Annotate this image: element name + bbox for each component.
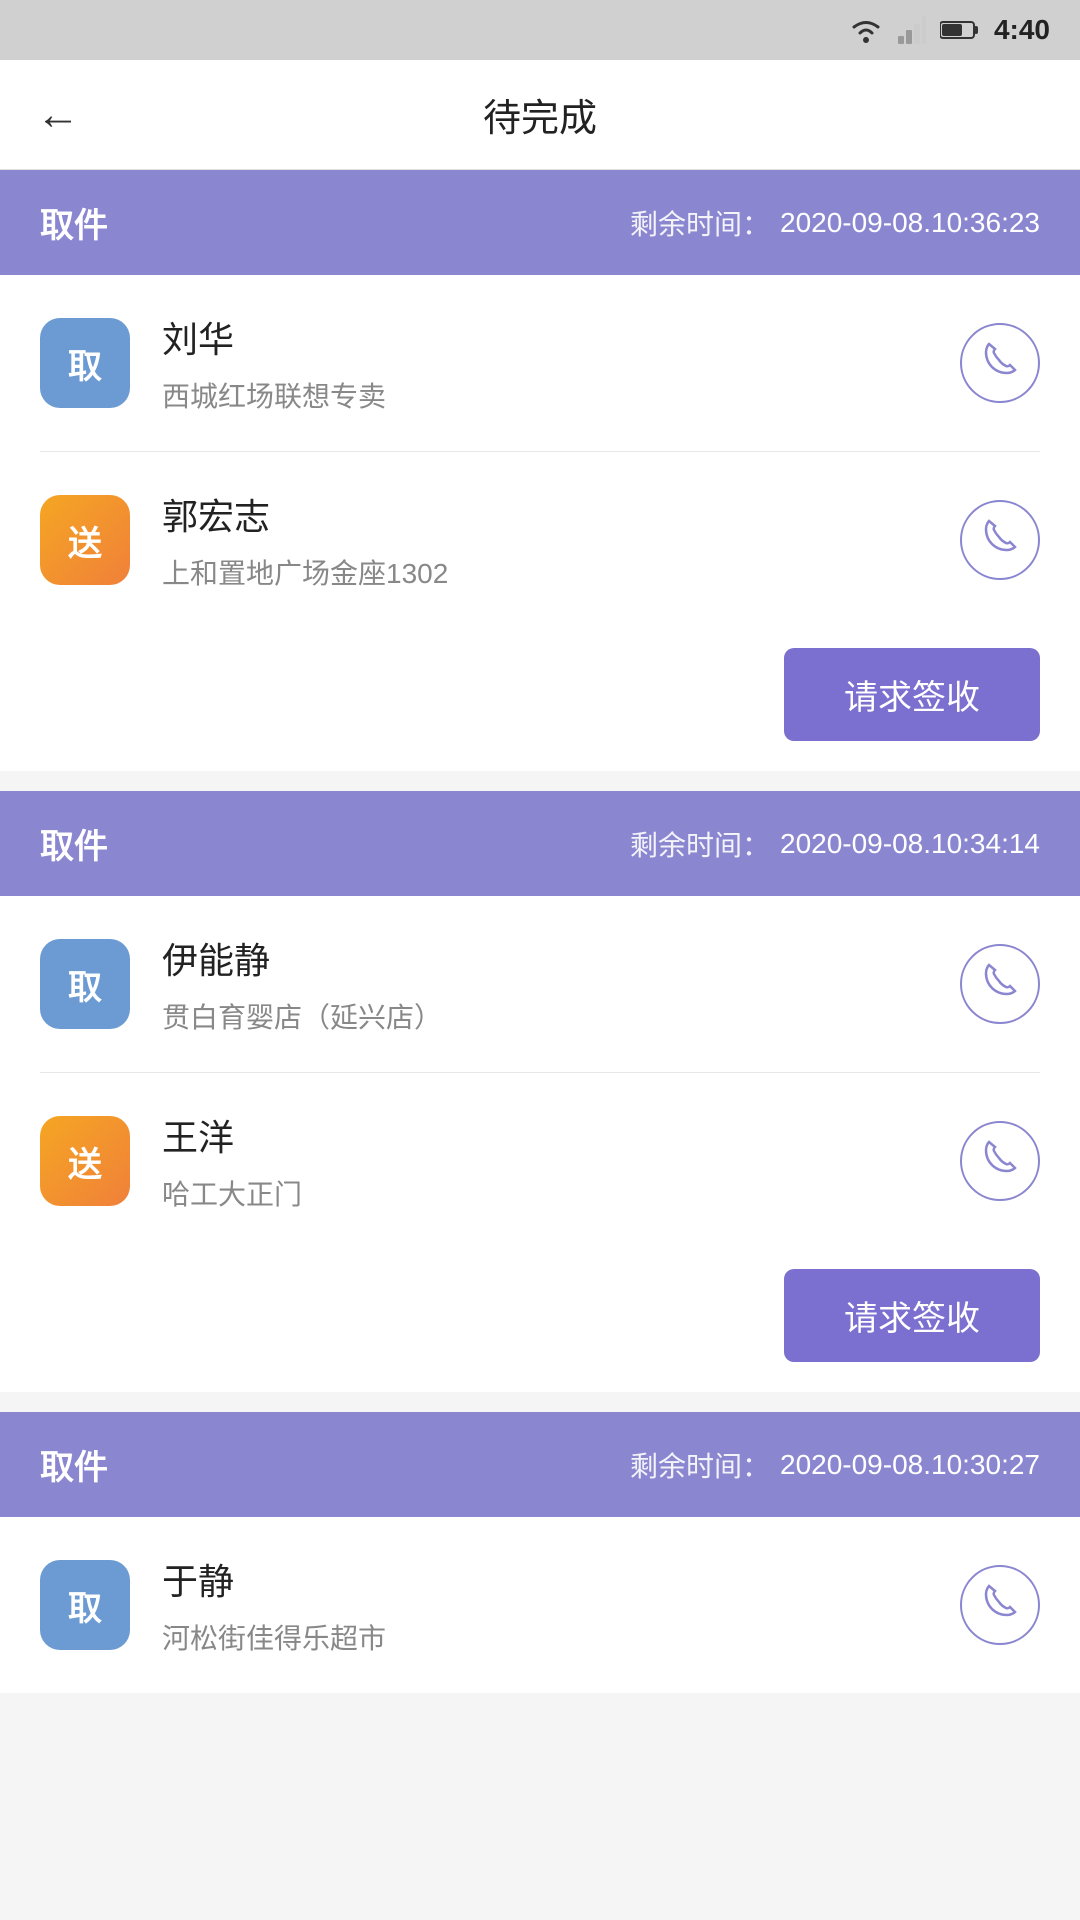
contact-row-1-1: 取 刘华 西城红场联想专卖	[0, 275, 1080, 451]
phone-icon-1-1	[982, 341, 1018, 386]
order-time-3: 剩余时间： 2020-09-08.10:30:27	[630, 1445, 1040, 1485]
avatar-deliver-1: 送	[40, 495, 130, 585]
time-value-2: 2020-09-08.10:34:14	[780, 828, 1040, 860]
phone-icon-2-2	[982, 1139, 1018, 1184]
order-card-1: 取件 剩余时间： 2020-09-08.10:36:23 取 刘华 西城红场联想…	[0, 170, 1080, 771]
phone-button-1-2[interactable]	[960, 500, 1040, 580]
contact-info-1-1: 刘华 西城红场联想专卖	[162, 311, 928, 415]
order-time-2: 剩余时间： 2020-09-08.10:34:14	[630, 824, 1040, 864]
order-card-3: 取件 剩余时间： 2020-09-08.10:30:27 取 于静 河松街佳得乐…	[0, 1412, 1080, 1693]
card-header-2: 取件 剩余时间： 2020-09-08.10:34:14	[0, 791, 1080, 896]
phone-button-3-1[interactable]	[960, 1565, 1040, 1645]
order-type-3: 取件	[40, 1440, 108, 1489]
contact-row-2-1: 取 伊能静 贯白育婴店（延兴店）	[0, 896, 1080, 1072]
sign-button-2[interactable]: 请求签收	[784, 1269, 1040, 1362]
battery-icon	[940, 19, 980, 41]
contact-row-3-1: 取 于静 河松街佳得乐超市	[0, 1517, 1080, 1693]
avatar-pickup-1: 取	[40, 318, 130, 408]
status-time: 4:40	[994, 14, 1050, 46]
contact-address-1-1: 西城红场联想专卖	[162, 375, 928, 415]
contact-address-2-1: 贯白育婴店（延兴店）	[162, 996, 928, 1036]
sign-button-1[interactable]: 请求签收	[784, 648, 1040, 741]
time-label-2: 剩余时间：	[630, 824, 770, 864]
phone-button-2-1[interactable]	[960, 944, 1040, 1024]
contact-name-2-1: 伊能静	[162, 932, 928, 984]
contact-address-2-2: 哈工大正门	[162, 1173, 928, 1213]
nav-bar: ← 待完成	[0, 60, 1080, 170]
avatar-pickup-2: 取	[40, 939, 130, 1029]
order-type-1: 取件	[40, 198, 108, 247]
phone-button-1-1[interactable]	[960, 323, 1040, 403]
contact-address-3-1: 河松街佳得乐超市	[162, 1617, 928, 1657]
contact-row-1-2: 送 郭宏志 上和置地广场金座1302	[0, 452, 1080, 628]
card-action-2: 请求签收	[0, 1249, 1080, 1392]
phone-icon-2-1	[982, 962, 1018, 1007]
contact-name-2-2: 王洋	[162, 1109, 928, 1161]
contact-name-1-1: 刘华	[162, 311, 928, 363]
order-time-1: 剩余时间： 2020-09-08.10:36:23	[630, 203, 1040, 243]
avatar-pickup-3: 取	[40, 1560, 130, 1650]
phone-button-2-2[interactable]	[960, 1121, 1040, 1201]
phone-icon-1-2	[982, 518, 1018, 563]
card-header-3: 取件 剩余时间： 2020-09-08.10:30:27	[0, 1412, 1080, 1517]
contact-info-2-1: 伊能静 贯白育婴店（延兴店）	[162, 932, 928, 1036]
time-label-3: 剩余时间：	[630, 1445, 770, 1485]
order-type-2: 取件	[40, 819, 108, 868]
orders-container: 取件 剩余时间： 2020-09-08.10:36:23 取 刘华 西城红场联想…	[0, 170, 1080, 1693]
card-action-1: 请求签收	[0, 628, 1080, 771]
contact-info-2-2: 王洋 哈工大正门	[162, 1109, 928, 1213]
signal-icon	[898, 16, 926, 44]
phone-icon-3-1	[982, 1583, 1018, 1628]
time-label-1: 剩余时间：	[630, 203, 770, 243]
avatar-deliver-2: 送	[40, 1116, 130, 1206]
card-header-1: 取件 剩余时间： 2020-09-08.10:36:23	[0, 170, 1080, 275]
wifi-icon	[848, 17, 884, 43]
time-value-1: 2020-09-08.10:36:23	[780, 207, 1040, 239]
contact-name-3-1: 于静	[162, 1553, 928, 1605]
page-title: 待完成	[483, 87, 597, 142]
status-icons: 4:40	[848, 14, 1050, 46]
contact-info-3-1: 于静 河松街佳得乐超市	[162, 1553, 928, 1657]
contact-address-1-2: 上和置地广场金座1302	[162, 552, 928, 592]
contact-info-1-2: 郭宏志 上和置地广场金座1302	[162, 488, 928, 592]
contact-row-2-2: 送 王洋 哈工大正门	[0, 1073, 1080, 1249]
status-bar: 4:40	[0, 0, 1080, 60]
contact-name-1-2: 郭宏志	[162, 488, 928, 540]
order-card-2: 取件 剩余时间： 2020-09-08.10:34:14 取 伊能静 贯白育婴店…	[0, 791, 1080, 1392]
time-value-3: 2020-09-08.10:30:27	[780, 1449, 1040, 1481]
back-button[interactable]: ←	[36, 90, 80, 140]
